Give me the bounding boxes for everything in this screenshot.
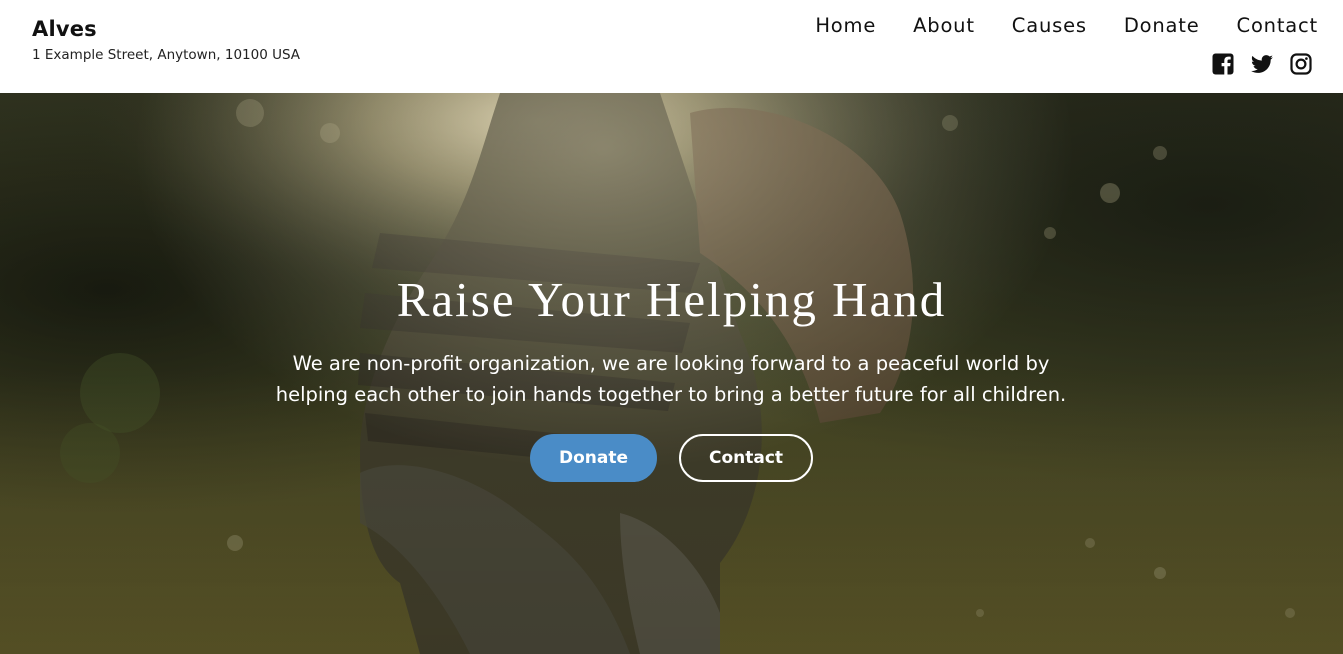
nav-item-home[interactable]: Home bbox=[815, 12, 876, 40]
hero-section: Raise Your Helping Hand We are non-profi… bbox=[0, 93, 1343, 654]
donate-button[interactable]: Donate bbox=[530, 434, 657, 482]
hero-buttons: Donate Contact bbox=[530, 434, 813, 482]
hero-description: We are non-profit organization, we are l… bbox=[275, 352, 1067, 406]
nav-item-contact[interactable]: Contact bbox=[1237, 12, 1318, 40]
facebook-square-icon[interactable] bbox=[1211, 52, 1235, 76]
main-nav: Home About Causes Donate Contact bbox=[815, 12, 1318, 40]
twitter-icon[interactable] bbox=[1250, 52, 1274, 76]
nav-item-about[interactable]: About bbox=[913, 12, 975, 40]
site-header: Alves 1 Example Street, Anytown, 10100 U… bbox=[0, 0, 1343, 93]
hero-title: Raise Your Helping Hand bbox=[396, 272, 947, 327]
social-links bbox=[1211, 52, 1313, 76]
instagram-icon[interactable] bbox=[1289, 52, 1313, 76]
brand-name[interactable]: Alves bbox=[32, 16, 300, 42]
contact-button[interactable]: Contact bbox=[679, 434, 813, 482]
brand-address: 1 Example Street, Anytown, 10100 USA bbox=[32, 47, 301, 63]
brand: Alves 1 Example Street, Anytown, 10100 U… bbox=[32, 16, 300, 63]
nav-item-donate[interactable]: Donate bbox=[1124, 12, 1200, 40]
nav-item-causes[interactable]: Causes bbox=[1012, 12, 1087, 40]
